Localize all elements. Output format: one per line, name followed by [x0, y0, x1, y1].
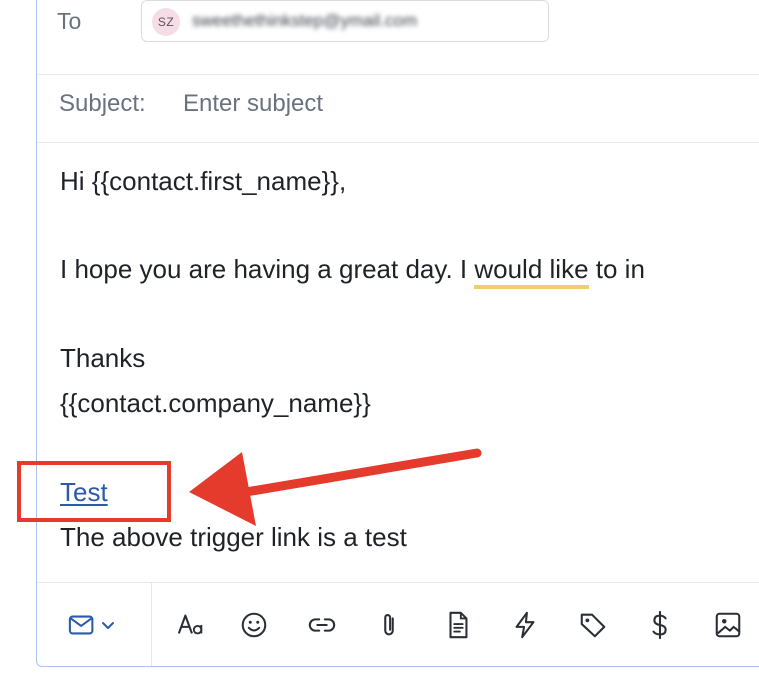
recipient-chip[interactable]: SZ sweethethinkstep@ymail.com — [141, 0, 549, 42]
thanks-line: Thanks — [60, 343, 146, 373]
link-note-line: The above trigger link is a test — [60, 522, 407, 552]
toolbar-divider — [151, 583, 152, 666]
template-button[interactable] — [438, 605, 478, 645]
image-icon — [715, 612, 741, 638]
text-format-icon — [177, 614, 203, 635]
tag-button[interactable] — [573, 605, 613, 645]
emoji-icon — [241, 612, 267, 638]
attachment-icon — [384, 614, 394, 636]
chevron-down-icon — [102, 622, 114, 629]
insert-link-button[interactable] — [302, 605, 342, 645]
dollar-icon — [652, 610, 667, 640]
intro-prefix: I hope you are having a great day. I — [60, 254, 475, 284]
text-format-button[interactable] — [171, 605, 211, 645]
send-mode-dropdown[interactable] — [61, 605, 121, 645]
intro-suffix: to in — [588, 254, 645, 284]
greeting-line: Hi {{contact.first_name}}, — [60, 166, 347, 196]
emoji-button[interactable] — [234, 605, 274, 645]
spelling-flagged-text[interactable]: would like — [474, 254, 589, 289]
company-name-tag: {{contact.company_name}} — [60, 388, 371, 418]
avatar: SZ — [152, 8, 180, 36]
attachment-button[interactable] — [369, 605, 409, 645]
automation-button[interactable] — [505, 605, 545, 645]
composer-toolbar — [37, 582, 759, 666]
insert-image-button[interactable] — [708, 605, 748, 645]
subject-label: Subject: — [59, 90, 146, 117]
lightning-icon — [515, 611, 535, 639]
mail-icon — [68, 615, 94, 635]
to-label: To — [57, 8, 82, 34]
email-composer: To SZ sweethethinkstep@ymail.com Subject… — [36, 0, 759, 667]
subject-row: Subject: — [37, 74, 759, 143]
subject-input[interactable] — [183, 84, 743, 124]
annotation-highlight-box — [17, 461, 171, 522]
link-icon — [308, 618, 336, 632]
template-icon — [449, 611, 468, 639]
tag-icon — [580, 613, 606, 638]
recipient-email: sweethethinkstep@ymail.com — [192, 11, 418, 30]
intro-line: I hope you are having a great day. I wou… — [60, 254, 645, 289]
payment-button[interactable] — [640, 605, 680, 645]
to-row: To SZ sweethethinkstep@ymail.com — [37, 0, 759, 75]
